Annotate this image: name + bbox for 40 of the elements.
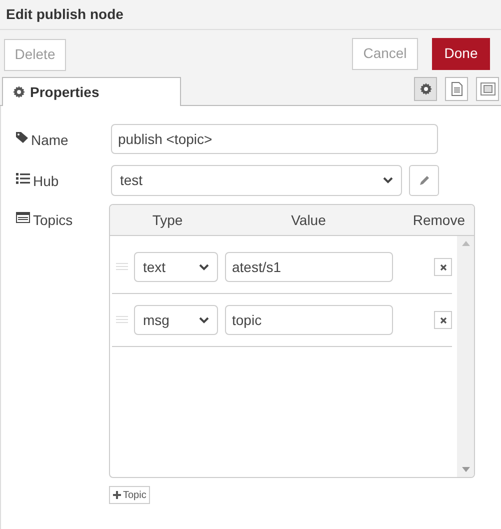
list-icon (16, 173, 30, 184)
scrollbar[interactable] (457, 236, 474, 477)
column-header: Remove (412, 210, 466, 230)
chevron-icon (199, 316, 209, 324)
edit-button[interactable] (409, 165, 439, 196)
field-label: Hub (33, 172, 59, 191)
scroll-down-arrow-icon[interactable] (462, 467, 470, 472)
document-icon (450, 82, 462, 96)
table-icon (16, 212, 30, 223)
tag-icon (16, 132, 28, 143)
settings-tab[interactable] (414, 77, 437, 101)
chevron-icon (383, 177, 393, 184)
remove-button[interactable] (434, 258, 452, 276)
gear-icon (420, 83, 432, 95)
gear-icon (13, 86, 25, 98)
hub-select[interactable]: test (111, 165, 402, 196)
document-tab[interactable] (445, 77, 468, 101)
field-label: Name (31, 131, 68, 150)
window-title: Edit publish node (6, 5, 124, 24)
close-icon (440, 316, 446, 324)
done-button[interactable]: Done (432, 38, 490, 70)
type-select[interactable]: text (134, 252, 218, 282)
name-field[interactable]: publish <topic> (111, 124, 438, 154)
field-label: Topics (33, 211, 73, 230)
properties-tab[interactable]: Properties (2, 77, 181, 106)
drag-handle-icon[interactable] (116, 263, 128, 271)
drag-handle-icon[interactable] (116, 316, 128, 324)
chevron-icon (199, 264, 209, 270)
value-field[interactable]: topic (225, 305, 393, 335)
remove-button[interactable] (434, 311, 452, 329)
plus-icon (113, 491, 121, 499)
column-header: Value (290, 210, 327, 230)
add-topic-button[interactable]: Topic (109, 486, 150, 504)
type-select[interactable]: msg (134, 305, 218, 335)
close-icon (440, 264, 446, 270)
frame-tab[interactable] (476, 77, 499, 101)
value-field[interactable]: atest/s1 (225, 252, 393, 282)
column-header: Type (151, 210, 184, 230)
frame-icon (480, 82, 496, 96)
pencil-icon (418, 175, 430, 186)
